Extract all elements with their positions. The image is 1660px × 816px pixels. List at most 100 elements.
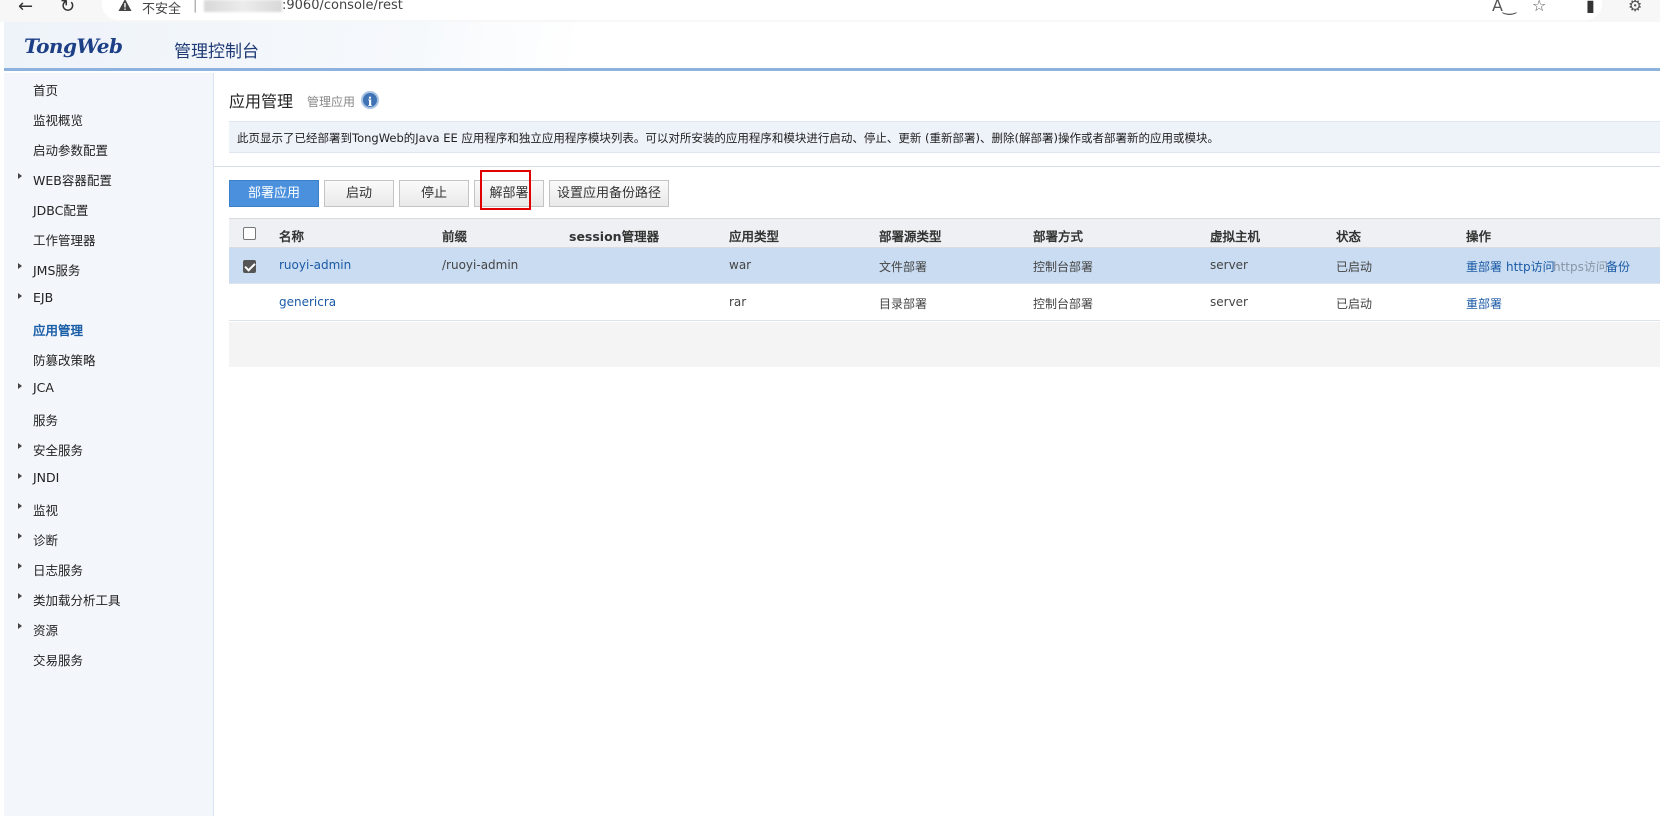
sidebar-item[interactable]: 安全服务 <box>4 437 214 461</box>
backup-link[interactable]: 备份 <box>1606 258 1630 275</box>
app-deploy-method: 控制台部署 <box>1033 260 1094 274</box>
sidebar-item-label: 类加载分析工具 <box>33 593 121 608</box>
expand-caret-icon[interactable] <box>18 623 22 629</box>
sidebar-item[interactable]: 诊断 <box>4 527 214 551</box>
extension-icon[interactable]: ▮ <box>1586 0 1595 15</box>
app-source-type: 目录部署 <box>879 297 928 311</box>
sidebar-item[interactable]: 服务 <box>4 407 214 431</box>
redeploy-link[interactable]: 重部署 <box>1466 258 1502 275</box>
description-panel: 此页显示了已经部署到TongWeb的Java EE 应用程序和独立应用程序模块列… <box>229 121 1660 153</box>
redeploy-link[interactable]: 重部署 <box>1466 295 1502 312</box>
reload-icon[interactable]: ↻ <box>60 0 75 17</box>
stop-button[interactable]: 停止 <box>399 180 469 207</box>
sidebar-item[interactable]: 类加载分析工具 <box>4 587 214 611</box>
table-footer <box>229 322 1660 367</box>
sidebar-nav: 首页监视概览启动参数配置 WEB容器配置 JDBC配置工作管理器 JMS服务 EJB 应用… <box>4 73 214 816</box>
url-text[interactable]: :9060/console/rest <box>282 0 403 13</box>
sidebar-item-label: 防篡改策略 <box>33 353 96 368</box>
expand-caret-icon[interactable] <box>18 263 22 269</box>
sidebar-item[interactable]: 监视概览 <box>4 107 214 131</box>
expand-caret-icon[interactable] <box>18 593 22 599</box>
col-app-type: 应用类型 <box>729 229 780 244</box>
col-virtual-host: 虚拟主机 <box>1210 229 1261 244</box>
expand-caret-icon[interactable] <box>18 563 22 569</box>
expand-caret-icon[interactable] <box>18 173 22 179</box>
col-actions: 操作 <box>1466 229 1492 244</box>
table-row[interactable]: ruoyi-admin /ruoyi-admin war 文件部署 控制台部署 … <box>229 248 1660 284</box>
sidebar-item-label: 监视概览 <box>33 113 84 128</box>
app-header: TongWeb 管理控制台 <box>4 22 1660 71</box>
sidebar-item-label: JMS服务 <box>33 263 81 278</box>
sidebar-item-label: 资源 <box>33 623 59 638</box>
sidebar-item-label: JNDI <box>33 470 60 485</box>
expand-caret-icon[interactable] <box>18 383 22 389</box>
sidebar-item-label: 交易服务 <box>33 653 84 668</box>
expand-caret-icon[interactable] <box>18 473 22 479</box>
sidebar-item[interactable]: 资源 <box>4 617 214 641</box>
expand-caret-icon[interactable] <box>18 533 22 539</box>
sidebar-item-label: 首页 <box>33 83 59 98</box>
sidebar-item[interactable]: 应用管理 <box>4 317 214 341</box>
sidebar-item-label: 监视 <box>33 503 59 518</box>
col-session-manager: session管理器 <box>569 229 660 244</box>
sidebar-item[interactable]: WEB容器配置 <box>4 167 214 191</box>
undeploy-highlight-frame <box>480 170 531 210</box>
settings-gear-icon[interactable]: ⚙ <box>1628 0 1642 15</box>
start-button[interactable]: 启动 <box>324 180 394 207</box>
description-text: 此页显示了已经部署到TongWeb的Java EE 应用程序和独立应用程序模块列… <box>237 131 1219 145</box>
url-separator: | <box>193 0 198 13</box>
sidebar-item-label: 日志服务 <box>33 563 84 578</box>
sidebar-item[interactable]: 启动参数配置 <box>4 137 214 161</box>
sidebar-item-label: 工作管理器 <box>33 233 96 248</box>
sidebar-item[interactable]: 监视 <box>4 497 214 521</box>
select-all-checkbox[interactable] <box>243 227 256 240</box>
page-title: 应用管理 <box>229 92 294 111</box>
sidebar-item[interactable]: JNDI <box>4 467 214 491</box>
expand-caret-icon[interactable] <box>18 503 22 509</box>
console-title: 管理控制台 <box>174 42 259 62</box>
col-source-type: 部署源类型 <box>879 229 942 244</box>
app-virtual-host: server <box>1210 258 1248 272</box>
read-aloud-icon[interactable]: A‿ <box>1492 0 1516 15</box>
sidebar-item-label: 启动参数配置 <box>33 143 109 158</box>
sidebar-item-label: 服务 <box>33 413 59 428</box>
sidebar-item[interactable]: JDBC配置 <box>4 197 214 221</box>
deploy-app-button[interactable]: 部署应用 <box>229 180 319 207</box>
http-access-link[interactable]: http访问 <box>1506 258 1555 275</box>
app-type: rar <box>729 295 747 309</box>
app-status: 已启动 <box>1336 297 1373 311</box>
tongweb-logo: TongWeb <box>24 34 123 58</box>
table-row[interactable]: genericra rar 目录部署 控制台部署 server 已启动 重部署 <box>229 285 1660 321</box>
sidebar-item[interactable]: 工作管理器 <box>4 227 214 251</box>
sidebar-item[interactable]: JMS服务 <box>4 257 214 281</box>
app-source-type: 文件部署 <box>879 260 928 274</box>
app-type: war <box>729 258 752 272</box>
sidebar-item-label: 诊断 <box>33 533 59 548</box>
favorite-star-icon[interactable]: ☆ <box>1532 0 1546 15</box>
col-prefix: 前缀 <box>442 229 468 244</box>
sidebar-item[interactable]: 首页 <box>4 77 214 101</box>
sidebar-item[interactable]: 交易服务 <box>4 647 214 671</box>
row-checkbox[interactable] <box>243 260 256 273</box>
sidebar-item[interactable]: 日志服务 <box>4 557 214 581</box>
back-arrow-icon[interactable]: ← <box>18 0 33 17</box>
col-deploy-method: 部署方式 <box>1033 229 1084 244</box>
expand-caret-icon[interactable] <box>18 443 22 449</box>
app-name-link[interactable]: genericra <box>279 295 336 309</box>
https-access-link[interactable]: https访问 <box>1553 258 1608 275</box>
app-virtual-host: server <box>1210 295 1248 309</box>
set-backup-path-button[interactable]: 设置应用备份路径 <box>549 180 669 207</box>
expand-caret-icon[interactable] <box>18 293 22 299</box>
info-icon[interactable]: i <box>361 91 379 109</box>
app-name-link[interactable]: ruoyi-admin <box>279 258 351 272</box>
table-header: 名称 前缀 session管理器 应用类型 部署源类型 部署方式 虚拟主机 状态… <box>229 218 1660 248</box>
app-deploy-method: 控制台部署 <box>1033 297 1094 311</box>
app-status: 已启动 <box>1336 260 1373 274</box>
sidebar-item[interactable]: EJB <box>4 287 214 311</box>
sidebar-item-label: EJB <box>33 290 54 305</box>
col-status: 状态 <box>1336 229 1362 244</box>
sidebar-item[interactable]: JCA <box>4 377 214 401</box>
app-prefix: /ruoyi-admin <box>442 258 519 272</box>
sidebar-item[interactable]: 防篡改策略 <box>4 347 214 371</box>
sidebar-item-label: 应用管理 <box>33 323 84 338</box>
